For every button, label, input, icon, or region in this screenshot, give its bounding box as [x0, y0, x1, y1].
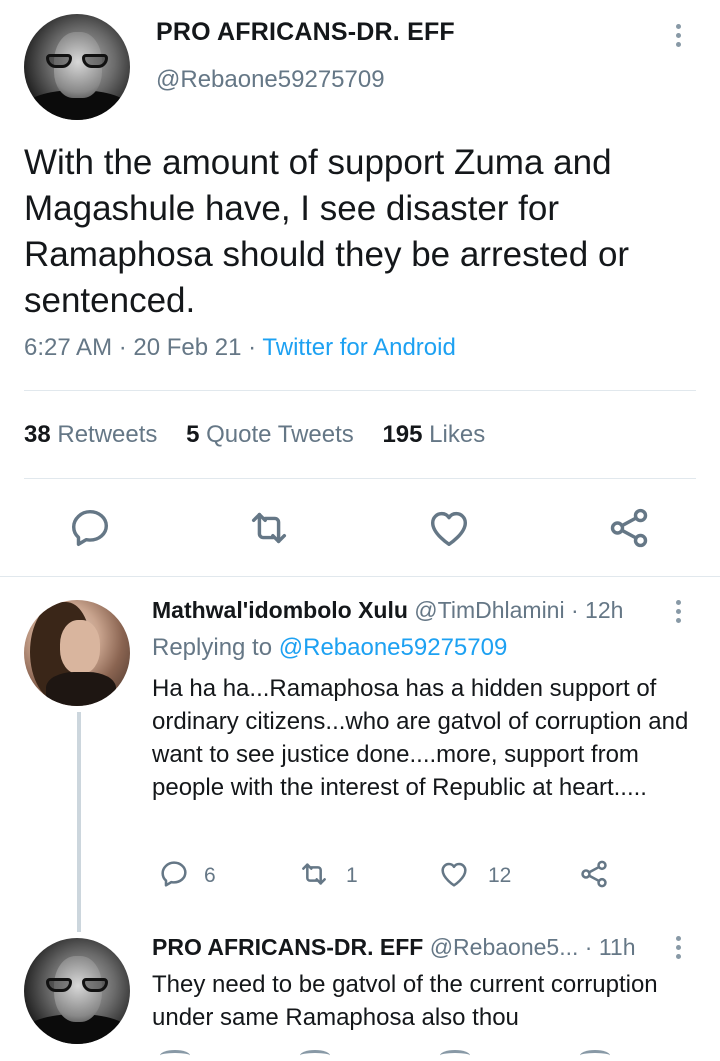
tweet-time: 6:27 AM — [24, 334, 113, 361]
reply-header: PRO AFRICANS-DR. EFF @Rebaone5... · 11h — [152, 934, 635, 961]
retweets-label: Retweets — [57, 421, 158, 448]
reply-avatar[interactable] — [24, 600, 130, 706]
thread-line — [77, 712, 81, 932]
reply-avatar[interactable] — [24, 938, 130, 1044]
reply-time: · 12h — [570, 597, 624, 623]
tweet-meta: 6:27 AM · 20 Feb 21 · Twitter for Androi… — [24, 334, 456, 362]
tweet-source-link[interactable]: Twitter for Android — [262, 334, 455, 361]
retweet-button[interactable] — [246, 505, 292, 551]
retweets-stat[interactable]: 38 Retweets — [24, 421, 157, 448]
retweet-icon[interactable] — [300, 1050, 330, 1061]
tweet-stats: 38 Retweets 5 Quote Tweets 195 Likes — [24, 421, 485, 449]
retweets-count: 38 — [24, 421, 51, 448]
quotes-count: 5 — [186, 421, 200, 448]
reply-retweet-button[interactable] — [298, 858, 330, 890]
reply-more-options-icon[interactable] — [676, 936, 682, 963]
like-icon — [441, 862, 467, 887]
like-icon[interactable] — [440, 1050, 470, 1061]
share-button[interactable] — [606, 505, 652, 551]
share-icon[interactable] — [580, 1050, 610, 1061]
reply-time: · 11h — [584, 934, 636, 960]
meta-separator: · — [248, 334, 257, 361]
like-icon — [430, 511, 468, 547]
retweet-icon — [302, 863, 326, 885]
reply-icon — [161, 861, 187, 887]
reply-reply-count: 6 — [204, 864, 216, 887]
share-icon — [610, 508, 648, 548]
tweet-date: 20 Feb 21 — [133, 334, 242, 361]
divider — [24, 478, 696, 479]
reply-button[interactable] — [67, 505, 113, 551]
quote-tweets-stat[interactable]: 5 Quote Tweets — [186, 421, 354, 448]
likes-stat[interactable]: 195 Likes — [382, 421, 485, 448]
reply-icon — [71, 509, 109, 547]
likes-label: Likes — [429, 421, 486, 448]
section-divider — [0, 576, 720, 577]
author-handle[interactable]: @Rebaone59275709 — [156, 66, 385, 94]
share-icon — [581, 860, 607, 888]
reply-author-name[interactable]: PRO AFRICANS-DR. EFF — [152, 934, 423, 960]
like-button[interactable] — [426, 505, 472, 551]
replying-to: Replying to @Rebaone59275709 — [152, 634, 507, 662]
more-options-icon[interactable] — [676, 24, 682, 51]
author-name[interactable]: PRO AFRICANS-DR. EFF — [156, 18, 455, 47]
reply-icon[interactable] — [160, 1050, 190, 1061]
replying-to-link[interactable]: @Rebaone59275709 — [279, 634, 508, 661]
author-avatar[interactable] — [24, 14, 130, 120]
tweet-text: With the amount of support Zuma and Maga… — [24, 143, 630, 320]
reply-like-button[interactable] — [438, 858, 470, 890]
reply-text: They need to be gatvol of the current co… — [152, 971, 658, 1031]
likes-count: 195 — [382, 421, 423, 448]
reply-header: Mathwal'idombolo Xulu @TimDhlamini · 12h — [152, 597, 623, 624]
reply-author-name[interactable]: Mathwal'idombolo Xulu — [152, 597, 408, 623]
reply-text: Ha ha ha...Ramaphosa has a hidden suppor… — [152, 675, 689, 801]
meta-separator: · — [118, 334, 127, 361]
replying-prefix: Replying to — [152, 634, 273, 661]
reply-author-handle[interactable]: @TimDhlamini — [414, 597, 564, 623]
retweet-icon — [251, 512, 287, 544]
reply-more-options-icon[interactable] — [676, 600, 682, 627]
divider — [24, 390, 696, 391]
quotes-label: Quote Tweets — [206, 421, 354, 448]
reply-retweet-count: 1 — [346, 864, 358, 887]
reply-like-count: 12 — [488, 864, 512, 887]
reply-reply-button[interactable] — [158, 858, 190, 890]
reply-author-handle[interactable]: @Rebaone5... — [430, 934, 579, 960]
reply-share-button[interactable] — [578, 858, 610, 890]
